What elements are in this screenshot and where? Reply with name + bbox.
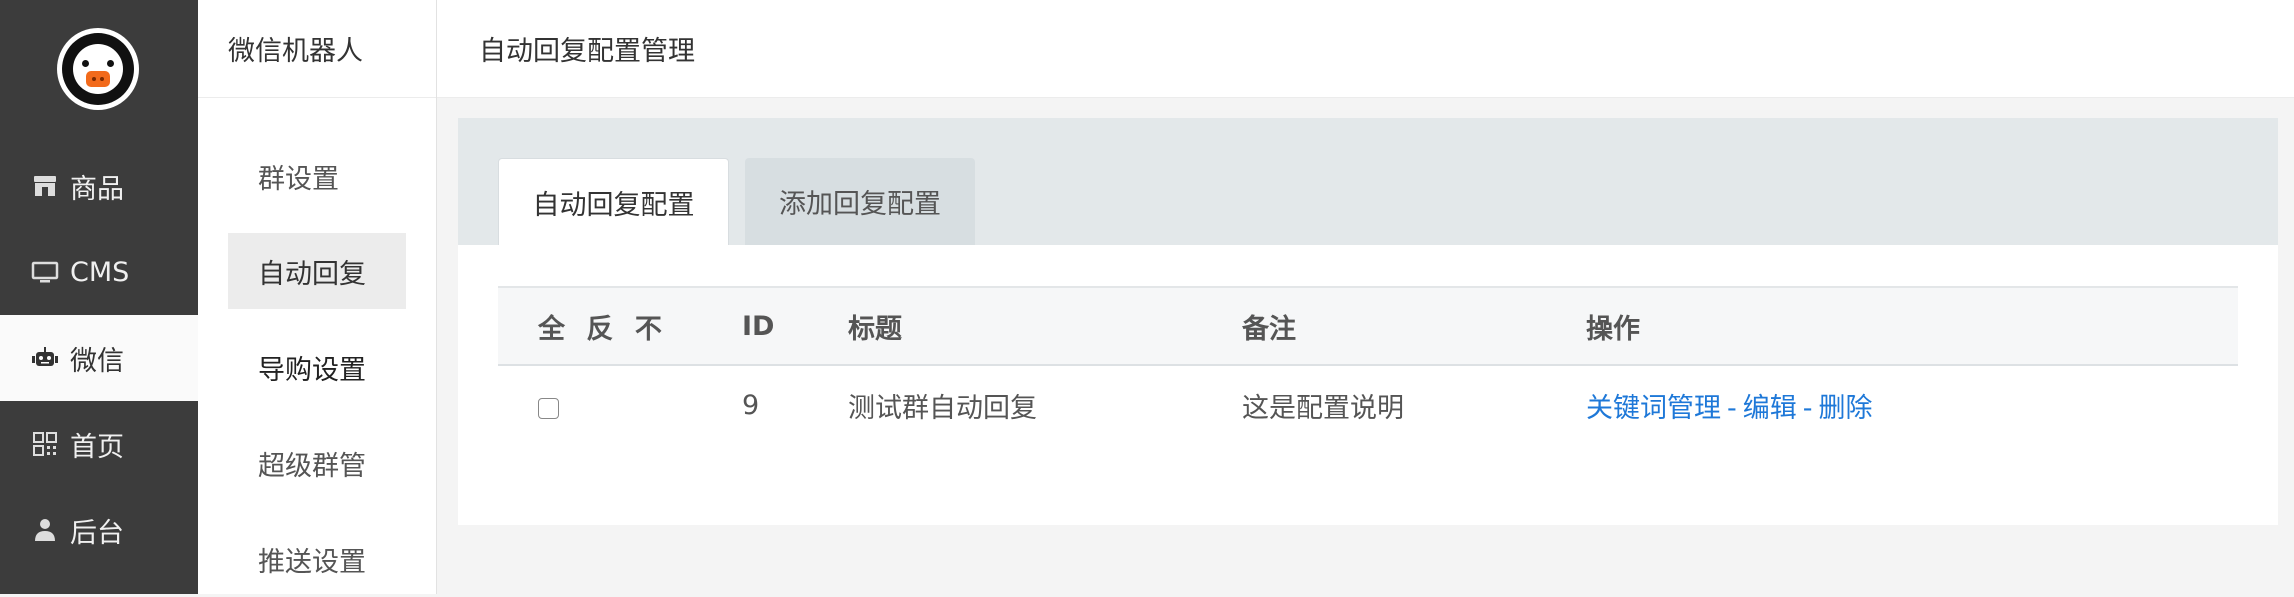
main-card: 自动回复配置 添加回复配置 全 反 不 ID 标题 备注 操作 9 测试群自动回… (458, 118, 2278, 525)
action-separator: - (1727, 393, 1737, 424)
subnav-item-push-settings[interactable]: 推送设置 (228, 521, 406, 597)
qrcode-icon (30, 429, 60, 459)
monitor-icon (30, 257, 60, 287)
subnav-item-shopping-guide[interactable]: 导购设置 (228, 329, 406, 405)
delete-link[interactable]: 删除 (1819, 393, 1873, 424)
keyword-manage-link[interactable]: 关键词管理 (1586, 393, 1721, 424)
nav-item-home[interactable]: 首页 (0, 401, 198, 487)
nav-item-label: CMS (70, 256, 130, 288)
row-checkbox[interactable] (538, 398, 559, 419)
select-invert-button[interactable]: 反 (586, 314, 613, 345)
select-controls: 全 反 不 (498, 287, 742, 365)
subnav-item-auto-reply[interactable]: 自动回复 (228, 233, 406, 309)
tab-add-reply-config[interactable]: 添加回复配置 (745, 158, 975, 245)
column-header-id: ID (742, 310, 775, 342)
row-actions: 关键词管理 - 编辑 - 删除 (1586, 365, 2238, 445)
nav-item-cms[interactable]: CMS (0, 229, 198, 315)
subnav-item-super-group-admin[interactable]: 超级群管 (228, 425, 406, 501)
tab-auto-reply-config[interactable]: 自动回复配置 (498, 158, 729, 245)
table-header-row: 全 反 不 ID 标题 备注 操作 (498, 287, 2238, 365)
row-note: 这是配置说明 (1242, 393, 1404, 424)
nav-item-label: 首页 (70, 431, 124, 463)
subnav-title: 微信机器人 (198, 0, 436, 98)
page-title: 自动回复配置管理 (479, 36, 695, 67)
row-id: 9 (742, 390, 760, 421)
edit-link[interactable]: 编辑 (1743, 393, 1797, 424)
select-all-button[interactable]: 全 (538, 314, 565, 345)
main-nav: 商品 CMS 微信 首页 后台 (0, 0, 198, 594)
tab-bar: 自动回复配置 添加回复配置 (458, 118, 2278, 245)
column-header-actions: 操作 (1586, 313, 1640, 345)
subnav-item-group-settings[interactable]: 群设置 (228, 138, 406, 214)
nav-item-goods[interactable]: 商品 (0, 143, 198, 229)
logo[interactable] (57, 28, 139, 110)
user-icon (30, 515, 60, 545)
sub-nav: 微信机器人 群设置 自动回复 导购设置 超级群管 推送设置 (198, 0, 437, 594)
select-none-button[interactable]: 不 (635, 314, 662, 345)
nav-item-label: 微信 (70, 345, 124, 377)
store-icon (30, 171, 60, 201)
action-separator: - (1802, 393, 1813, 424)
column-header-note: 备注 (1242, 313, 1296, 345)
table-row: 9 测试群自动回复 这是配置说明 关键词管理 - 编辑 - 删除 (498, 365, 2238, 445)
row-title: 测试群自动回复 (848, 393, 1037, 424)
column-header-title: 标题 (848, 313, 902, 345)
nav-item-label: 商品 (70, 173, 124, 205)
robot-icon (30, 343, 60, 373)
nav-item-label: 后台 (70, 517, 124, 549)
nav-item-wechat[interactable]: 微信 (0, 315, 198, 401)
row-checkbox-cell (498, 365, 742, 445)
config-table: 全 反 不 ID 标题 备注 操作 9 测试群自动回复 这是配置说明 关键词管理… (498, 286, 2238, 445)
page-header: 自动回复配置管理 (437, 0, 2294, 98)
nav-item-admin[interactable]: 后台 (0, 487, 198, 573)
